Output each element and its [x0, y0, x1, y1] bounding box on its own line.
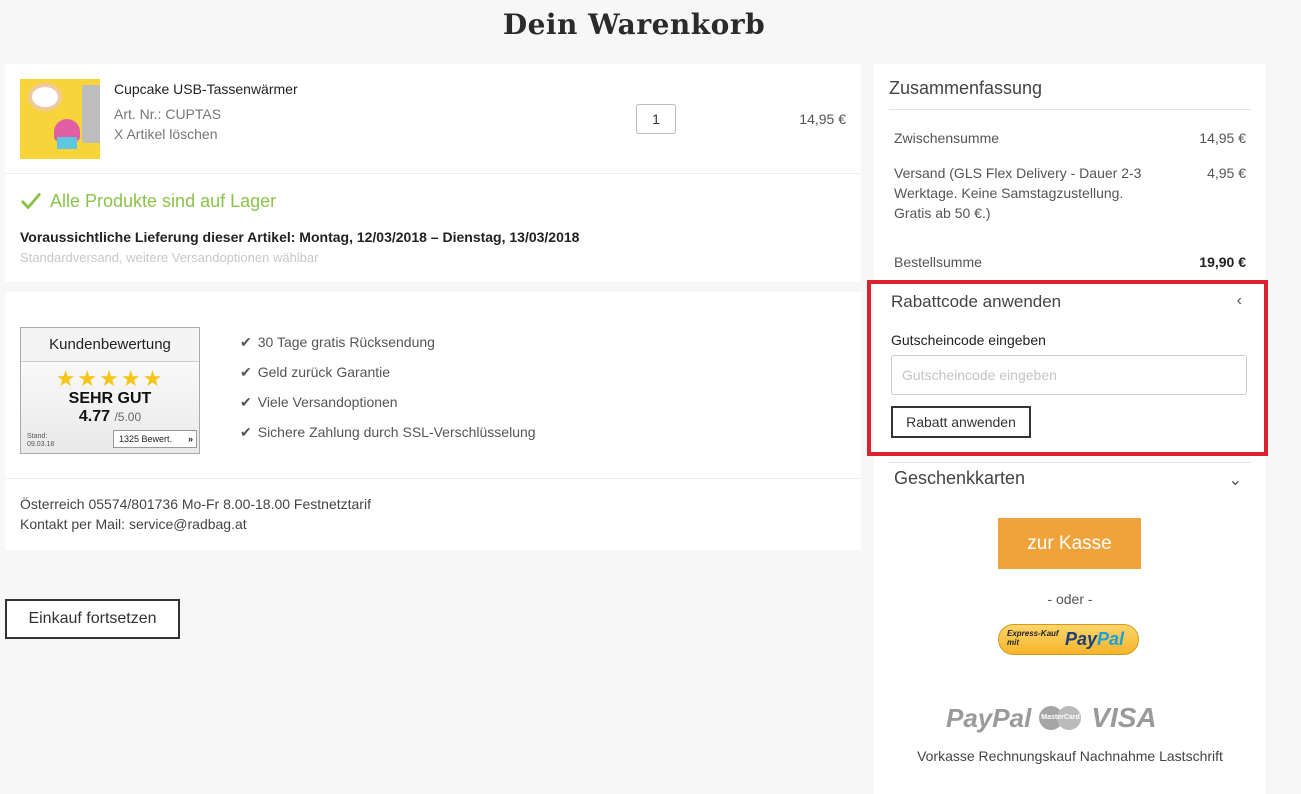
contact-phone-text: Österreich 05574/801736 Mo-Fr 8.00-18.00…	[20, 496, 371, 512]
check-icon: ✔	[240, 393, 252, 410]
mastercard-logo-icon: MasterCard	[1039, 704, 1083, 732]
product-sku: Art. Nr.: CUPTAS	[114, 106, 222, 122]
benefit-label: Sichere Zahlung durch SSL-Verschlüsselun…	[257, 424, 536, 440]
product-price: 14,95 €	[799, 111, 846, 127]
check-icon: ✔	[240, 423, 252, 440]
check-icon	[21, 193, 41, 209]
cup-graphic	[28, 83, 62, 111]
or-separator: - oder -	[1047, 591, 1093, 607]
continue-shopping-button[interactable]: Einkauf fortsetzen	[5, 599, 180, 639]
delivery-subtext: Standardversand, weitere Versandoptionen…	[20, 250, 319, 265]
benefit-item: ✔ Sichere Zahlung durch SSL-Verschlüsselu…	[240, 417, 536, 447]
paypal-express-button[interactable]: Express-Kauf mit PayPal	[998, 624, 1139, 655]
chevron-left-icon[interactable]: ‹	[1237, 292, 1242, 310]
rating-word: SEHR GUT	[68, 390, 152, 407]
delivery-estimate: Voraussichtliche Lieferung dieser Artike…	[20, 229, 580, 245]
quantity-input[interactable]: 1	[636, 104, 676, 134]
paypal-express-label: Express-Kauf mit	[1007, 629, 1059, 647]
benefit-item: ✔ Geld zurück Garantie	[240, 357, 536, 387]
paypal-logo: PayPal	[1065, 629, 1124, 650]
rating-score-value: 4.77	[78, 408, 110, 425]
rating-header: Kundenbewertung	[21, 328, 199, 362]
benefit-item: ✔ Viele Versandoptionen	[240, 387, 536, 417]
benefit-label: Viele Versandoptionen	[257, 394, 398, 410]
order-summary: Zusammenfassung Zwischensumme 14,95 € Ve…	[867, 64, 1268, 794]
payment-logos: PayPal MasterCard VISA	[946, 702, 1157, 734]
contact-mail[interactable]: Kontakt per Mail: service@radbag.at	[20, 516, 247, 532]
rating-count: 1325 Bewert.	[119, 434, 173, 444]
benefits-list: ✔ 30 Tage gratis Rücksendung ✔ Geld zurück…	[240, 327, 536, 447]
gift-cards-title[interactable]: Geschenkkarten	[894, 468, 1025, 489]
summary-divider	[889, 109, 1251, 110]
shipping-label: Versand (GLS Flex Delivery - Dauer 2-3 W…	[894, 165, 1142, 221]
paypal-logo-pay: Pay	[1065, 629, 1098, 649]
stock-status: Alle Produkte sind auf Lager	[20, 190, 276, 212]
cupcake-base-graphic	[57, 137, 77, 149]
summary-title: Zusammenfassung	[889, 78, 1043, 98]
cart-card: Cupcake USB-Tassenwärmer Art. Nr.: CUPTA…	[5, 64, 861, 282]
rating-date: Stand: 09.03.18	[27, 433, 54, 449]
checkout-button[interactable]: zur Kasse	[998, 518, 1141, 569]
total-label: Bestellsumme	[894, 254, 982, 270]
product-name[interactable]: Cupcake USB-Tassenwärmer	[114, 81, 298, 97]
rating-stars: ★★★★★	[55, 366, 165, 391]
apply-coupon-button[interactable]: Rabatt anwenden	[891, 406, 1031, 438]
benefit-item: ✔ 30 Tage gratis Rücksendung	[240, 327, 536, 357]
rating-count-button[interactable]: 1325 Bewert. »	[113, 430, 197, 448]
coupon-section: Rabattcode anwenden ‹ Gutscheincode eing…	[867, 280, 1268, 456]
coupon-input[interactable]	[891, 355, 1247, 395]
rating-score: 4.77 /5.00	[21, 408, 199, 426]
contact-info	[5, 478, 861, 550]
cart-column: Cupcake USB-Tassenwärmer Art. Nr.: CUPTA…	[5, 64, 861, 550]
check-icon: ✔	[240, 333, 252, 350]
stock-text: Alle Produkte sind auf Lager	[50, 190, 277, 211]
rating-stand-label: Stand:	[27, 433, 48, 440]
paypal-logo-pal: Pal	[1097, 629, 1125, 649]
coupon-title[interactable]: Rabattcode anwenden	[891, 292, 1061, 312]
chevron-down-icon[interactable]: ⌄	[1229, 470, 1242, 490]
total-value: 19,90 €	[1199, 254, 1246, 270]
rating-widget[interactable]: Kundenbewertung ★★★★★ SEHR GUT 4.77 /5.0…	[20, 327, 200, 454]
gift-divider	[889, 462, 1251, 463]
delete-item-link[interactable]: X Artikel löschen	[114, 126, 218, 142]
rating-stand-date: 09.03.18	[27, 441, 55, 448]
visa-logo-icon: VISA	[1091, 702, 1157, 733]
mastercard-text: MasterCard	[1041, 714, 1080, 721]
subtotal-value: 14,95 €	[1199, 130, 1246, 146]
check-icon: ✔	[240, 363, 252, 380]
cart-item: Cupcake USB-Tassenwärmer Art. Nr.: CUPTA…	[5, 64, 861, 174]
laptop-graphic	[82, 85, 100, 143]
page-title: Dein Warenkorb	[502, 8, 766, 41]
paypal-logo-icon: PayPal	[946, 702, 1032, 733]
shipping-value: 4,95 €	[1207, 165, 1246, 181]
benefit-label: 30 Tage gratis Rücksendung	[257, 334, 435, 350]
coupon-label: Gutscheincode eingeben	[891, 332, 1046, 348]
double-chevron-right-icon: »	[187, 434, 193, 444]
payment-methods: Vorkasse Rechnungskauf Nachnahme Lastsch…	[917, 748, 1223, 764]
rating-score-max: /5.00	[114, 410, 142, 424]
subtotal-label: Zwischensumme	[894, 130, 1000, 146]
benefit-label: Geld zurück Garantie	[257, 364, 391, 380]
product-image[interactable]	[20, 79, 100, 159]
